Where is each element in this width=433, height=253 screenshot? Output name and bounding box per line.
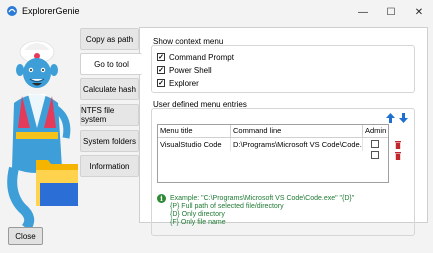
admin-checkbox[interactable] xyxy=(371,151,379,159)
column-header-command-line[interactable]: Command line xyxy=(231,125,363,138)
tab-ntfs-file-system[interactable]: NTFS file system xyxy=(80,104,139,126)
close-button[interactable]: Close xyxy=(8,227,43,245)
arrow-up-icon[interactable] xyxy=(386,113,395,123)
close-window-button[interactable]: ✕ xyxy=(405,0,433,24)
genie-illustration xyxy=(7,40,78,228)
title-bar: ExplorerGenie — ☐ ✕ xyxy=(0,0,433,24)
window-title: ExplorerGenie xyxy=(22,6,80,16)
column-header-admin[interactable]: Admin xyxy=(363,125,388,138)
hint-example: Example: "C:\Programs\Microsoft VS Code\… xyxy=(170,195,355,202)
hint-full-path: {P} Full path of selected file/directory xyxy=(170,203,284,210)
user-entries-table[interactable]: Menu title Command line Admin VisualStud… xyxy=(157,124,389,183)
explorer-checkbox[interactable]: ✓ xyxy=(157,79,165,87)
tab-system-folders[interactable]: System folders xyxy=(80,130,139,152)
row-menu-title[interactable]: VisualStudio Code xyxy=(158,138,231,151)
info-icon: i xyxy=(157,194,166,203)
trash-icon[interactable] xyxy=(395,141,401,149)
power-shell-label: Power Shell xyxy=(169,65,212,75)
minimize-button[interactable]: — xyxy=(349,0,377,24)
hint-file-name: {F} Only file name xyxy=(170,219,226,226)
trash-icon[interactable] xyxy=(395,152,401,160)
row-command-line[interactable]: D:\Programs\Microsoft VS Code\Code.exe xyxy=(231,138,363,151)
command-prompt-checkbox[interactable]: ✓ xyxy=(157,53,165,61)
maximize-button[interactable]: ☐ xyxy=(377,0,405,24)
tab-go-to-tool[interactable]: Go to tool xyxy=(80,53,142,75)
tab-calculate-hash[interactable]: Calculate hash xyxy=(80,78,139,100)
column-header-menu-title[interactable]: Menu title xyxy=(158,125,231,138)
power-shell-checkbox[interactable]: ✓ xyxy=(157,66,165,74)
arrow-down-icon[interactable] xyxy=(399,113,408,123)
command-prompt-label: Command Prompt xyxy=(169,52,234,62)
admin-checkbox[interactable] xyxy=(371,140,379,148)
explorer-label: Explorer xyxy=(169,78,199,88)
explorer-option[interactable]: ✓ Explorer xyxy=(157,78,199,88)
command-prompt-option[interactable]: ✓ Command Prompt xyxy=(157,52,234,62)
power-shell-option[interactable]: ✓ Power Shell xyxy=(157,65,212,75)
tab-information[interactable]: Information xyxy=(80,155,139,177)
genie-icon xyxy=(7,6,17,16)
hint-directory: {D} Only directory xyxy=(170,211,225,218)
tab-copy-as-path[interactable]: Copy as path xyxy=(80,28,139,50)
